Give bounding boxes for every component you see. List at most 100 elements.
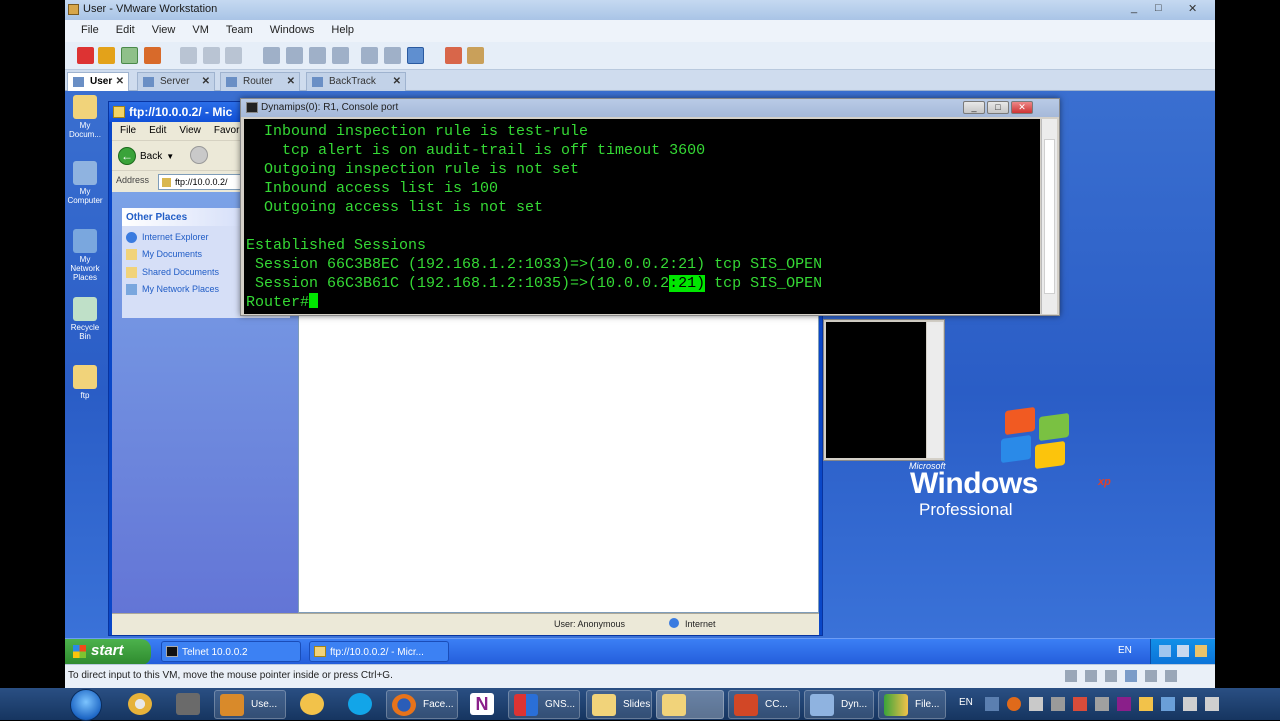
vmware-title-bar[interactable]: User - VMware Workstation _ □ ✕	[65, 0, 1215, 20]
forward-button[interactable]	[190, 146, 208, 164]
pinned-skype[interactable]	[340, 690, 380, 719]
menu-view[interactable]: View	[179, 125, 201, 140]
menu-file[interactable]: File	[120, 125, 136, 140]
tab-backtrack[interactable]: BackTrack ✕	[306, 72, 406, 91]
printer-tray-icon[interactable]	[1029, 697, 1043, 711]
menu-vm[interactable]: VM	[192, 24, 209, 42]
menu-favorites[interactable]: Favori	[214, 125, 242, 140]
network-tray-icon[interactable]	[1095, 697, 1109, 711]
show-tabs-icon[interactable]	[407, 47, 424, 64]
maximize-icon[interactable]: □	[1155, 2, 1162, 14]
menu-view[interactable]: View	[152, 24, 176, 42]
taskbar-powerpoint[interactable]: CC...	[728, 690, 800, 719]
minimize-icon[interactable]: _	[1131, 2, 1137, 14]
console-view-icon[interactable]	[332, 47, 349, 64]
sound-icon[interactable]	[1165, 670, 1177, 682]
start-button[interactable]: start	[65, 639, 151, 665]
desktop-icon-my-documents[interactable]: My Docum...	[67, 95, 103, 139]
reset-icon[interactable]	[144, 47, 161, 64]
replay-icon[interactable]	[467, 47, 484, 64]
taskbar-firefox[interactable]: Face...	[386, 690, 458, 719]
menu-file[interactable]: File	[81, 24, 99, 42]
terminal-prompt-line: Router#	[246, 293, 1040, 312]
menu-help[interactable]: Help	[331, 24, 354, 42]
app-tray-icon[interactable]	[1007, 697, 1021, 711]
thumbnail-view-icon[interactable]	[361, 47, 378, 64]
power-on-icon[interactable]	[121, 47, 138, 64]
place-internet-explorer[interactable]: Internet Explorer	[126, 232, 209, 243]
power-off-icon[interactable]	[77, 47, 94, 64]
language-indicator[interactable]: EN	[959, 697, 973, 708]
volume-tray-icon[interactable]	[1183, 697, 1197, 711]
taskbar-dynamips[interactable]: Dyn...	[804, 690, 874, 719]
wifi-tray-icon[interactable]	[1161, 697, 1175, 711]
taskbar-folder-active[interactable]	[656, 690, 724, 719]
security-tray-icon[interactable]	[1195, 645, 1207, 657]
guest-desktop[interactable]: My Docum... My Computer My Network Place…	[65, 91, 1215, 638]
close-tab-icon[interactable]: ✕	[287, 76, 295, 87]
menu-team[interactable]: Team	[226, 24, 253, 42]
terminal-scrollbar[interactable]	[1041, 119, 1057, 314]
show-sidebar-icon[interactable]	[384, 47, 401, 64]
pinned-onenote[interactable]: N	[462, 690, 502, 719]
back-button[interactable]: ← Back ▼	[118, 146, 174, 166]
chevron-down-icon[interactable]: ▼	[166, 152, 174, 161]
taskbar-slides[interactable]: Slides	[586, 690, 652, 719]
snapshot-manager-icon[interactable]	[225, 47, 242, 64]
keyboard-tray-icon[interactable]	[985, 697, 999, 711]
desktop-icon-ftp[interactable]: ftp	[67, 365, 103, 400]
device-tray-icon[interactable]	[1051, 697, 1065, 711]
minimize-icon[interactable]: _	[963, 101, 985, 114]
pinned-chrome[interactable]	[120, 690, 160, 719]
language-indicator[interactable]: EN	[1118, 645, 1132, 656]
desktop-icon-my-network[interactable]: My Network Places	[67, 229, 103, 282]
maximize-icon[interactable]: □	[987, 101, 1009, 114]
tab-router[interactable]: Router ✕	[220, 72, 300, 91]
terminal-output[interactable]: Inbound inspection rule is test-rule tcp…	[244, 119, 1040, 314]
hard-disk-icon[interactable]	[1065, 670, 1077, 682]
tab-server[interactable]: Server ✕	[137, 72, 215, 91]
close-icon[interactable]: ✕	[1011, 101, 1033, 114]
close-tab-icon[interactable]: ✕	[116, 76, 124, 87]
taskbar-file[interactable]: File...	[878, 690, 946, 719]
revert-snapshot-icon[interactable]	[203, 47, 220, 64]
menu-windows[interactable]: Windows	[270, 24, 315, 42]
quick-switch-icon[interactable]	[286, 47, 303, 64]
onenote-tray-icon[interactable]	[1117, 697, 1131, 711]
volume-tray-icon[interactable]	[1177, 645, 1189, 657]
menu-edit[interactable]: Edit	[149, 125, 166, 140]
full-screen-icon[interactable]	[263, 47, 280, 64]
taskbar-user-vm[interactable]: Use...	[214, 690, 286, 719]
security-tray-icon[interactable]	[1073, 697, 1087, 711]
menu-edit[interactable]: Edit	[116, 24, 135, 42]
summary-view-icon[interactable]	[309, 47, 326, 64]
network-adapter-icon[interactable]	[1125, 670, 1137, 682]
floppy-icon[interactable]	[1105, 670, 1117, 682]
app-tray-icon[interactable]	[1139, 697, 1153, 711]
place-my-documents[interactable]: My Documents	[126, 249, 202, 260]
desktop-icon-recycle-bin[interactable]: Recycle Bin	[67, 297, 103, 341]
suspend-icon[interactable]	[98, 47, 115, 64]
taskbar-gns[interactable]: GNS...	[508, 690, 580, 719]
usb-icon[interactable]	[1145, 670, 1157, 682]
snapshot-icon[interactable]	[180, 47, 197, 64]
close-tab-icon[interactable]: ✕	[393, 76, 401, 87]
tab-user[interactable]: User ✕	[67, 72, 129, 91]
telnet-title-bar[interactable]: Dynamips(0): R1, Console port _ □ ✕	[241, 99, 1059, 117]
close-icon[interactable]: ✕	[1188, 2, 1197, 15]
scrollbar-thumb[interactable]	[1044, 139, 1055, 294]
terminal-line: Inbound inspection rule is test-rule	[246, 123, 589, 140]
close-tab-icon[interactable]: ✕	[202, 76, 210, 87]
windows-start-orb-icon[interactable]	[70, 689, 102, 721]
pinned-app[interactable]	[168, 690, 208, 719]
network-tray-icon[interactable]	[1159, 645, 1171, 657]
taskbar-ftp[interactable]: ftp://10.0.0.2/ - Micr...	[309, 641, 449, 662]
desktop-icon-my-computer[interactable]: My Computer	[67, 161, 103, 205]
cd-drive-icon[interactable]	[1085, 670, 1097, 682]
place-shared-documents[interactable]: Shared Documents	[126, 267, 219, 278]
speaker-tray-icon[interactable]	[1205, 697, 1219, 711]
taskbar-telnet[interactable]: Telnet 10.0.0.2	[161, 641, 301, 662]
place-my-network[interactable]: My Network Places	[126, 284, 219, 295]
pinned-media[interactable]	[292, 690, 332, 719]
record-icon[interactable]	[445, 47, 462, 64]
